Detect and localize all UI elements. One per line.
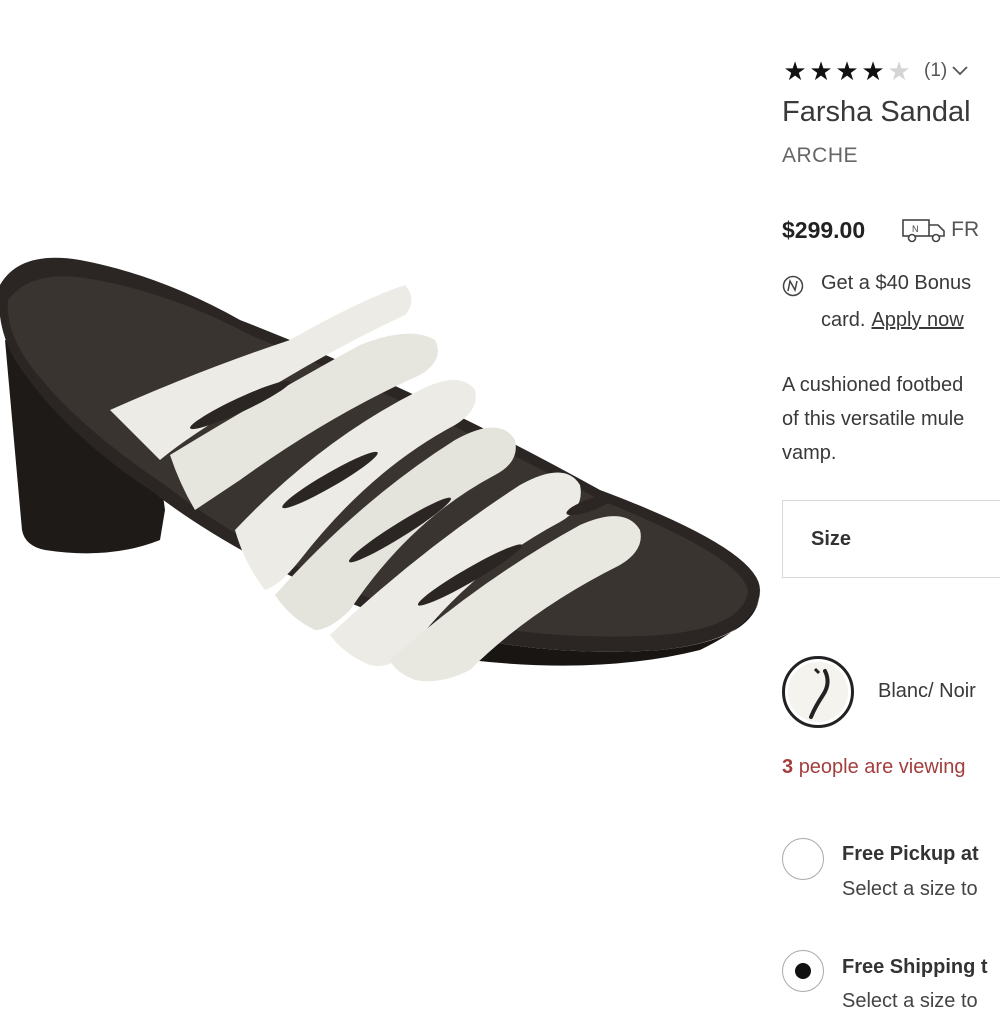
pickup-radio[interactable] xyxy=(782,838,824,880)
star-icon: ★ xyxy=(835,56,859,86)
product-image xyxy=(0,257,761,682)
product-description: A cushioned footbed of this versatile mu… xyxy=(782,368,1000,470)
truck-icon: N xyxy=(901,216,947,244)
description-line: A cushioned footbed xyxy=(782,374,964,396)
star-icon: ★ xyxy=(887,56,911,86)
shipping-subtitle: Select a size to xyxy=(842,990,978,1012)
shipping-text: FR xyxy=(951,218,980,241)
swatch-sandal-thumbnail xyxy=(788,662,848,722)
price-row: $299.00 N FR xyxy=(782,216,979,244)
review-count[interactable]: (1) xyxy=(924,60,947,82)
size-label: Size xyxy=(811,528,852,550)
apply-now-link[interactable]: Apply now xyxy=(871,309,963,331)
star-rating: ★ ★ ★ ★ ★ xyxy=(782,56,912,86)
viewing-notice: 3 people are viewing xyxy=(782,756,965,779)
color-swatch[interactable] xyxy=(782,656,854,728)
radio-selected-dot xyxy=(795,963,811,979)
viewing-count: 3 xyxy=(782,756,794,778)
chevron-down-icon[interactable] xyxy=(951,65,969,77)
product-brand[interactable]: ARCHE xyxy=(782,144,858,168)
product-title: Farsha Sandal xyxy=(782,96,971,128)
bonus-text-line2: card. Apply now xyxy=(821,309,964,332)
star-icon: ★ xyxy=(861,56,885,86)
pickup-subtitle: Select a size to xyxy=(842,878,978,900)
viewing-text: people are viewing xyxy=(798,756,966,778)
star-icon: ★ xyxy=(809,56,833,86)
size-selector[interactable]: Size xyxy=(782,500,1000,578)
rating-row[interactable]: ★ ★ ★ ★ ★ (1) xyxy=(782,56,969,86)
description-line: of this versatile mule xyxy=(782,408,965,430)
description-line: vamp. xyxy=(782,442,837,464)
shipping-radio[interactable] xyxy=(782,950,824,992)
star-icon: ★ xyxy=(783,56,807,86)
product-price: $299.00 xyxy=(782,216,866,243)
bonus-text-prefix: card. xyxy=(821,309,866,331)
nordstrom-logo-icon xyxy=(782,275,804,297)
shipping-title: Free Shipping t xyxy=(842,956,988,978)
pickup-title: Free Pickup at xyxy=(842,843,979,865)
svg-text:N: N xyxy=(912,224,919,234)
bonus-text: Get a $40 Bonus xyxy=(821,272,972,294)
product-info-panel: ★ ★ ★ ★ ★ (1) Farsha Sandal ARCHE $299.0… xyxy=(782,0,1000,1012)
color-name: Blanc/ Noir xyxy=(878,680,976,702)
